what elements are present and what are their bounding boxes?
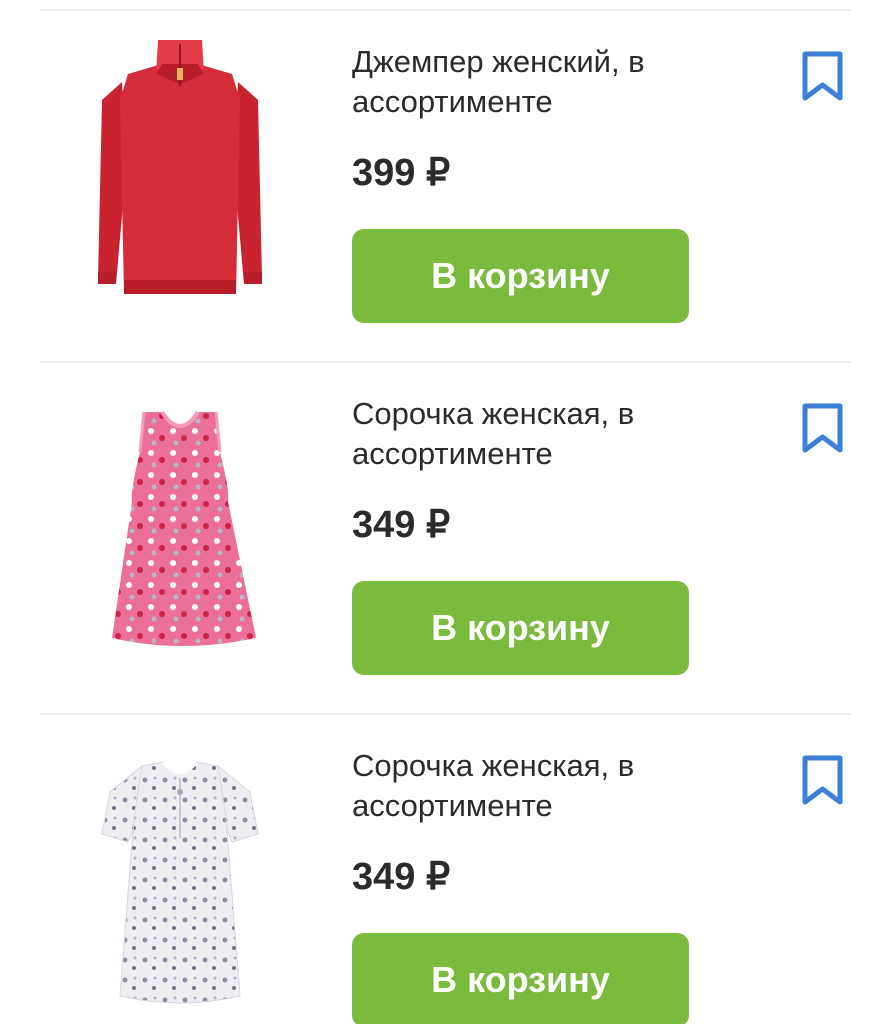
product-image[interactable] [80,30,280,310]
white-nightgown-image [101,760,259,1004]
bookmark-icon[interactable] [800,754,845,806]
product-card: Джемпер женский, в ассортименте 399 ₽ В … [0,10,891,361]
product-title[interactable]: Сорочка женская, в ассортименте [352,746,752,826]
product-price: 349 ₽ [352,856,451,898]
product-image[interactable] [80,734,280,1014]
pink-nightgown-image [112,410,256,646]
product-image[interactable] [80,382,280,662]
product-title[interactable]: Джемпер женский, в ассортименте [352,42,752,122]
product-card: Сорочка женская, в ассортименте 349 ₽ В … [0,362,891,713]
product-price: 399 ₽ [352,152,451,194]
bookmark-icon[interactable] [800,50,845,102]
product-title[interactable]: Сорочка женская, в ассортименте [352,394,752,474]
add-to-cart-button[interactable]: В корзину [352,229,689,323]
add-to-cart-button[interactable]: В корзину [352,581,689,675]
bookmark-icon[interactable] [800,402,845,454]
red-sweater-image [98,40,262,294]
product-card: Сорочка женская, в ассортименте 349 ₽ В … [0,714,891,1024]
product-list: Джемпер женский, в ассортименте 399 ₽ В … [0,0,891,1024]
product-price: 349 ₽ [352,504,451,546]
add-to-cart-button[interactable]: В корзину [352,933,689,1024]
